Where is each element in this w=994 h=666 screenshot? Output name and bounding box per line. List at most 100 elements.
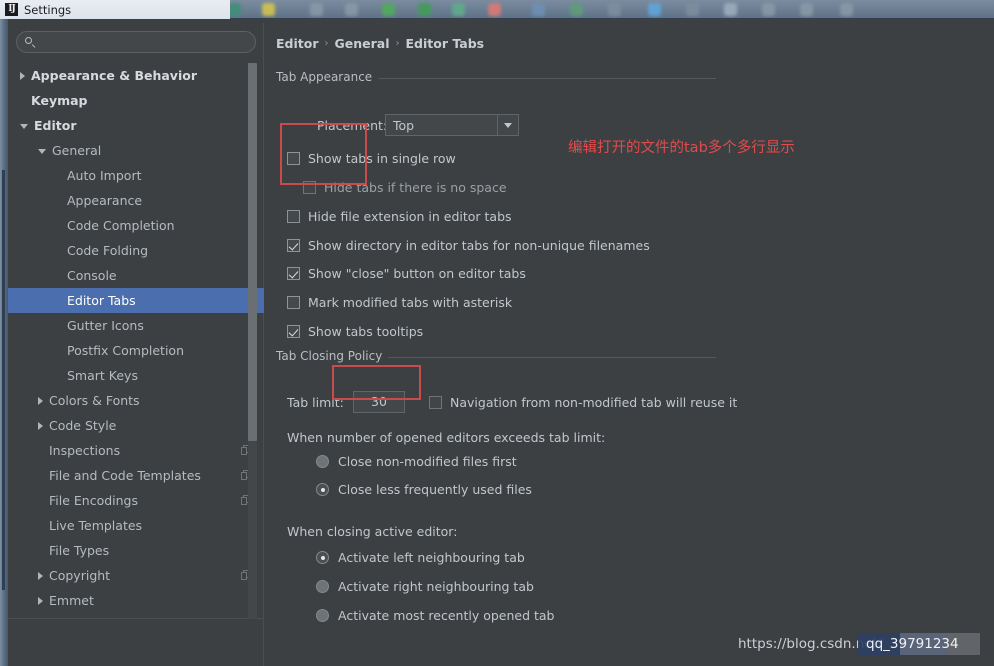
radio-row[interactable]: Activate most recently opened tab <box>316 608 555 623</box>
sidebar-item-keymap[interactable]: Keymap <box>8 88 264 113</box>
search-box[interactable] <box>16 31 256 53</box>
checkbox-hide-file-extension-in-editor-tabs[interactable] <box>287 210 300 223</box>
sidebar-item-label: Console <box>67 268 117 283</box>
checkbox-label: Show directory in editor tabs for non-un… <box>308 238 650 253</box>
sidebar-item-appearance[interactable]: Appearance <box>8 188 264 213</box>
sidebar-footer <box>8 619 264 666</box>
checkbox-row[interactable]: Show directory in editor tabs for non-un… <box>287 238 650 253</box>
sidebar-item-label: Auto Import <box>67 168 142 183</box>
tab-closing-policy-title: Tab Closing Policy <box>276 349 389 363</box>
sidebar-item-label: File Encodings <box>49 493 139 508</box>
sidebar-item-editor[interactable]: Editor <box>8 113 264 138</box>
breadcrumb: Editor › General › Editor Tabs <box>276 36 484 51</box>
chevron-right-icon[interactable] <box>38 571 43 580</box>
radio-activate-left-neighbouring-tab[interactable] <box>316 551 329 564</box>
search-icon <box>25 36 36 48</box>
sidebar-item-copyright[interactable]: Copyright <box>8 563 264 588</box>
chevron-right-icon[interactable] <box>38 396 43 405</box>
checkbox-row[interactable]: Show "close" button on editor tabs <box>287 266 526 281</box>
radio-close-less-frequently-used-files[interactable] <box>316 483 329 496</box>
checkbox-show-directory-in-editor-tabs-for-non-unique-filenames[interactable] <box>287 239 300 252</box>
sidebar-scrollbar-thumb[interactable] <box>248 63 257 441</box>
placement-value: Top <box>393 117 415 133</box>
sidebar-item-console[interactable]: Console <box>8 263 264 288</box>
sidebar-item-editor-tabs[interactable]: Editor Tabs <box>8 288 264 313</box>
sidebar-item-label: Gutter Icons <box>67 318 144 333</box>
radio-row[interactable]: Activate left neighbouring tab <box>316 550 525 565</box>
checkbox-row[interactable]: Mark modified tabs with asterisk <box>287 295 512 310</box>
reuse-tab-checkbox[interactable] <box>429 395 442 409</box>
radio-activate-right-neighbouring-tab[interactable] <box>316 580 329 593</box>
sidebar-item-label: Smart Keys <box>67 368 138 383</box>
reuse-tab-label: Navigation from non-modified tab will re… <box>450 394 738 410</box>
closing-editor-label: When closing active editor: <box>287 524 458 539</box>
checkbox-show-close-button-on-editor-tabs[interactable] <box>287 267 300 280</box>
dialog-titlebar: IJ Settings <box>0 0 230 19</box>
radio-close-non-modified-files-first[interactable] <box>316 455 329 468</box>
intellij-idea-icon: IJ <box>5 3 18 16</box>
chevron-right-icon[interactable] <box>38 421 43 430</box>
sidebar-item-label: Code Style <box>49 418 117 433</box>
sidebar-item-code-style[interactable]: Code Style <box>8 413 264 438</box>
sidebar-item-label: Colors & Fonts <box>49 393 140 408</box>
sidebar-item-label: Editor <box>34 118 77 133</box>
radio-label: Activate left neighbouring tab <box>338 550 525 565</box>
sidebar-item-label: Emmet <box>49 593 94 608</box>
sidebar-item-file-types[interactable]: File Types <box>8 538 264 563</box>
checkbox-show-tabs-tooltips[interactable] <box>287 325 300 338</box>
breadcrumb-item-editor[interactable]: Editor <box>276 36 319 51</box>
radio-label: Close less frequently used files <box>338 482 532 497</box>
chevron-down-icon[interactable] <box>497 115 518 135</box>
radio-label: Activate most recently opened tab <box>338 608 555 623</box>
chevron-right-icon[interactable] <box>20 71 25 80</box>
highlight-box-tab-limit <box>332 365 421 400</box>
sidebar-item-label: Inspections <box>49 443 121 458</box>
highlight-box-single-row <box>280 123 367 185</box>
tab-appearance-title: Tab Appearance <box>276 70 379 84</box>
sidebar-item-code-completion[interactable]: Code Completion <box>8 213 264 238</box>
radio-row[interactable]: Activate right neighbouring tab <box>316 579 534 594</box>
sidebar-item-label: Postfix Completion <box>67 343 184 358</box>
sidebar-item-general[interactable]: General <box>8 138 264 163</box>
chevron-down-icon[interactable] <box>38 149 46 154</box>
checkbox-label: Show tabs tooltips <box>308 324 424 339</box>
radio-label: Close non-modified files first <box>338 454 517 469</box>
sidebar-item-inspections[interactable]: Inspections <box>8 438 264 463</box>
sidebar-item-appearance-behavior[interactable]: Appearance & Behavior <box>8 63 264 88</box>
checkbox-row[interactable]: Show tabs tooltips <box>287 324 423 339</box>
settings-dialog: IJ Settings Appearance & Behavior Keymap E… <box>0 0 994 666</box>
window-left-edge-accent <box>2 170 5 590</box>
chevron-down-icon[interactable] <box>20 124 28 129</box>
sidebar-item-smart-keys[interactable]: Smart Keys <box>8 363 264 388</box>
search-field-wrapper <box>16 31 256 53</box>
breadcrumb-item-general[interactable]: General <box>335 36 390 51</box>
sidebar-item-file-encodings[interactable]: File Encodings <box>8 488 264 513</box>
chevron-right-icon[interactable] <box>38 596 43 605</box>
checkbox-label: Mark modified tabs with asterisk <box>308 295 513 310</box>
sidebar-item-gutter-icons[interactable]: Gutter Icons <box>8 313 264 338</box>
search-input[interactable] <box>42 34 246 50</box>
closing-editor-label-row: When closing active editor: <box>287 524 457 539</box>
sidebar-item-postfix-completion[interactable]: Postfix Completion <box>8 338 264 363</box>
placement-dropdown[interactable]: Top <box>385 114 519 136</box>
sidebar-item-file-and-code-templates[interactable]: File and Code Templates <box>8 463 264 488</box>
radio-activate-most-recently-opened-tab[interactable] <box>316 609 329 622</box>
settings-tree[interactable]: Appearance & Behavior Keymap Editor General… <box>8 63 264 623</box>
sidebar-item-label: Code Folding <box>67 243 149 258</box>
radio-row[interactable]: Close less frequently used files <box>316 482 532 497</box>
checkbox-label: Show "close" button on editor tabs <box>308 266 526 281</box>
sidebar-item-label: Copyright <box>49 568 111 583</box>
sidebar-item-label: File and Code Templates <box>49 468 201 483</box>
sidebar-item-colors-fonts[interactable]: Colors & Fonts <box>8 388 264 413</box>
sidebar-item-code-folding[interactable]: Code Folding <box>8 238 264 263</box>
sidebar-item-live-templates[interactable]: Live Templates <box>8 513 264 538</box>
checkbox-row[interactable]: Hide file extension in editor tabs <box>287 209 512 224</box>
checkbox-label: Hide file extension in editor tabs <box>308 209 512 224</box>
sidebar-item-label: Live Templates <box>49 518 143 533</box>
sidebar-item-auto-import[interactable]: Auto Import <box>8 163 264 188</box>
sidebar-item-label: Appearance & Behavior <box>31 68 197 83</box>
sidebar-item-label: Appearance <box>67 193 143 208</box>
radio-row[interactable]: Close non-modified files first <box>316 454 517 469</box>
checkbox-mark-modified-tabs-with-asterisk[interactable] <box>287 296 300 309</box>
sidebar-item-emmet[interactable]: Emmet <box>8 588 264 613</box>
